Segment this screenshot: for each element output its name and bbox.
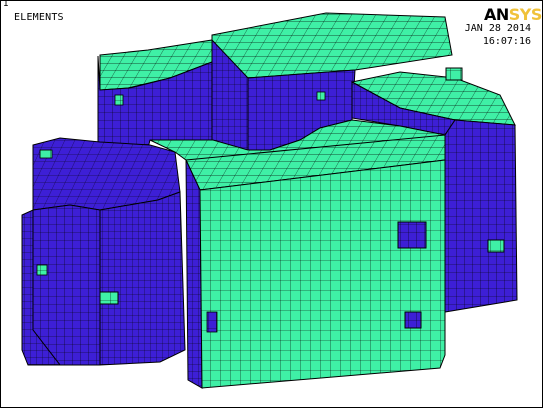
- opening-right-block: [487, 239, 505, 253]
- opening-back-left: [114, 94, 124, 106]
- top-slab-back: [211, 12, 453, 79]
- opening-left-front: [36, 264, 48, 276]
- fe-mesh-model[interactable]: [0, 0, 543, 408]
- opening-front-lower: [404, 311, 422, 329]
- left-block-side: [99, 191, 186, 366]
- opening-front-right: [397, 221, 427, 249]
- opening-front-left: [206, 311, 218, 333]
- graphics-window[interactable]: 1 ELEMENTS ANSYS JAN 28 2014 16:07:16: [0, 0, 543, 408]
- opening-left-block: [99, 291, 119, 305]
- front-block-face: [199, 159, 446, 389]
- opening-back-ring: [316, 91, 326, 101]
- right-block-top-right: [445, 67, 463, 81]
- right-block-side: [444, 119, 518, 313]
- left-block-front: [32, 204, 101, 366]
- opening-left-top: [39, 149, 53, 159]
- left-block-top: [32, 137, 181, 211]
